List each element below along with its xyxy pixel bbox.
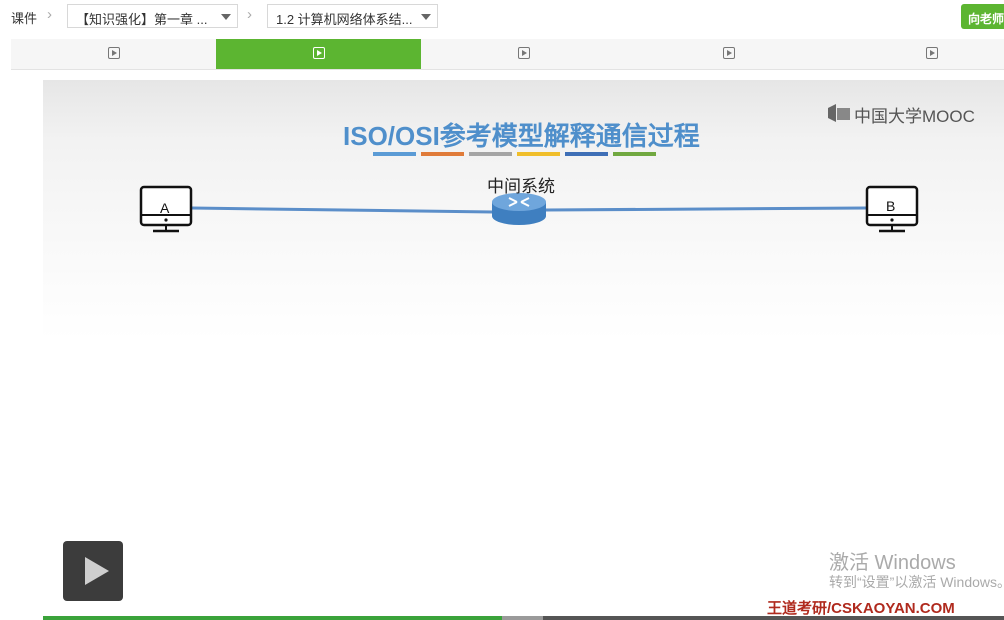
middle-system-label: 中间系统: [487, 177, 555, 196]
play-icon: [722, 47, 735, 59]
section-select-value: 1.2 计算机网络体系结...: [276, 12, 413, 27]
tab-video-4[interactable]: [626, 39, 831, 69]
progress-bar[interactable]: [43, 616, 1004, 620]
chevron-down-icon: [221, 14, 231, 20]
chapter-select-value: 【知识强化】第一章 ...: [76, 12, 208, 27]
chevron-down-icon: [421, 14, 431, 20]
brand-watermark: 王道考研/CSKAOYAN.COM: [767, 600, 955, 617]
host-b-label: B: [886, 198, 896, 214]
link-a-router: [191, 206, 494, 214]
activation-watermark-subtitle: 转到“设置”以激活 Windows。: [829, 574, 1004, 590]
chevron-right-icon: ›: [247, 6, 252, 23]
tab-video-3[interactable]: [421, 39, 626, 69]
link-router-b: [545, 206, 867, 212]
section-select[interactable]: 1.2 计算机网络体系结...: [267, 4, 438, 28]
breadcrumb-root[interactable]: 课件: [11, 8, 37, 27]
video-player[interactable]: ISO/OSI参考模型解释通信过程 中国大学MOOC A B 中间系统 激活 W…: [43, 80, 1004, 620]
activation-watermark-title: 激活 Windows: [829, 552, 956, 574]
play-icon: [312, 47, 325, 59]
router-icon: [492, 193, 546, 225]
video-tabs: [11, 39, 1004, 70]
ask-teacher-button[interactable]: 向老师: [961, 4, 1004, 29]
breadcrumb: 课件 › 【知识强化】第一章 ... › 1.2 计算机网络体系结... 向老师: [0, 0, 1004, 34]
tab-video-5[interactable]: [831, 39, 1004, 69]
play-icon: [517, 47, 530, 59]
chevron-right-icon: ›: [47, 6, 52, 23]
play-button[interactable]: [63, 541, 123, 601]
tab-video-2[interactable]: [216, 39, 421, 69]
play-icon: [926, 47, 938, 59]
tab-video-1[interactable]: [11, 39, 216, 69]
host-a-label: A: [160, 200, 170, 216]
play-icon: [107, 47, 120, 59]
chapter-select[interactable]: 【知识强化】第一章 ...: [67, 4, 238, 28]
progress-played: [43, 616, 502, 620]
